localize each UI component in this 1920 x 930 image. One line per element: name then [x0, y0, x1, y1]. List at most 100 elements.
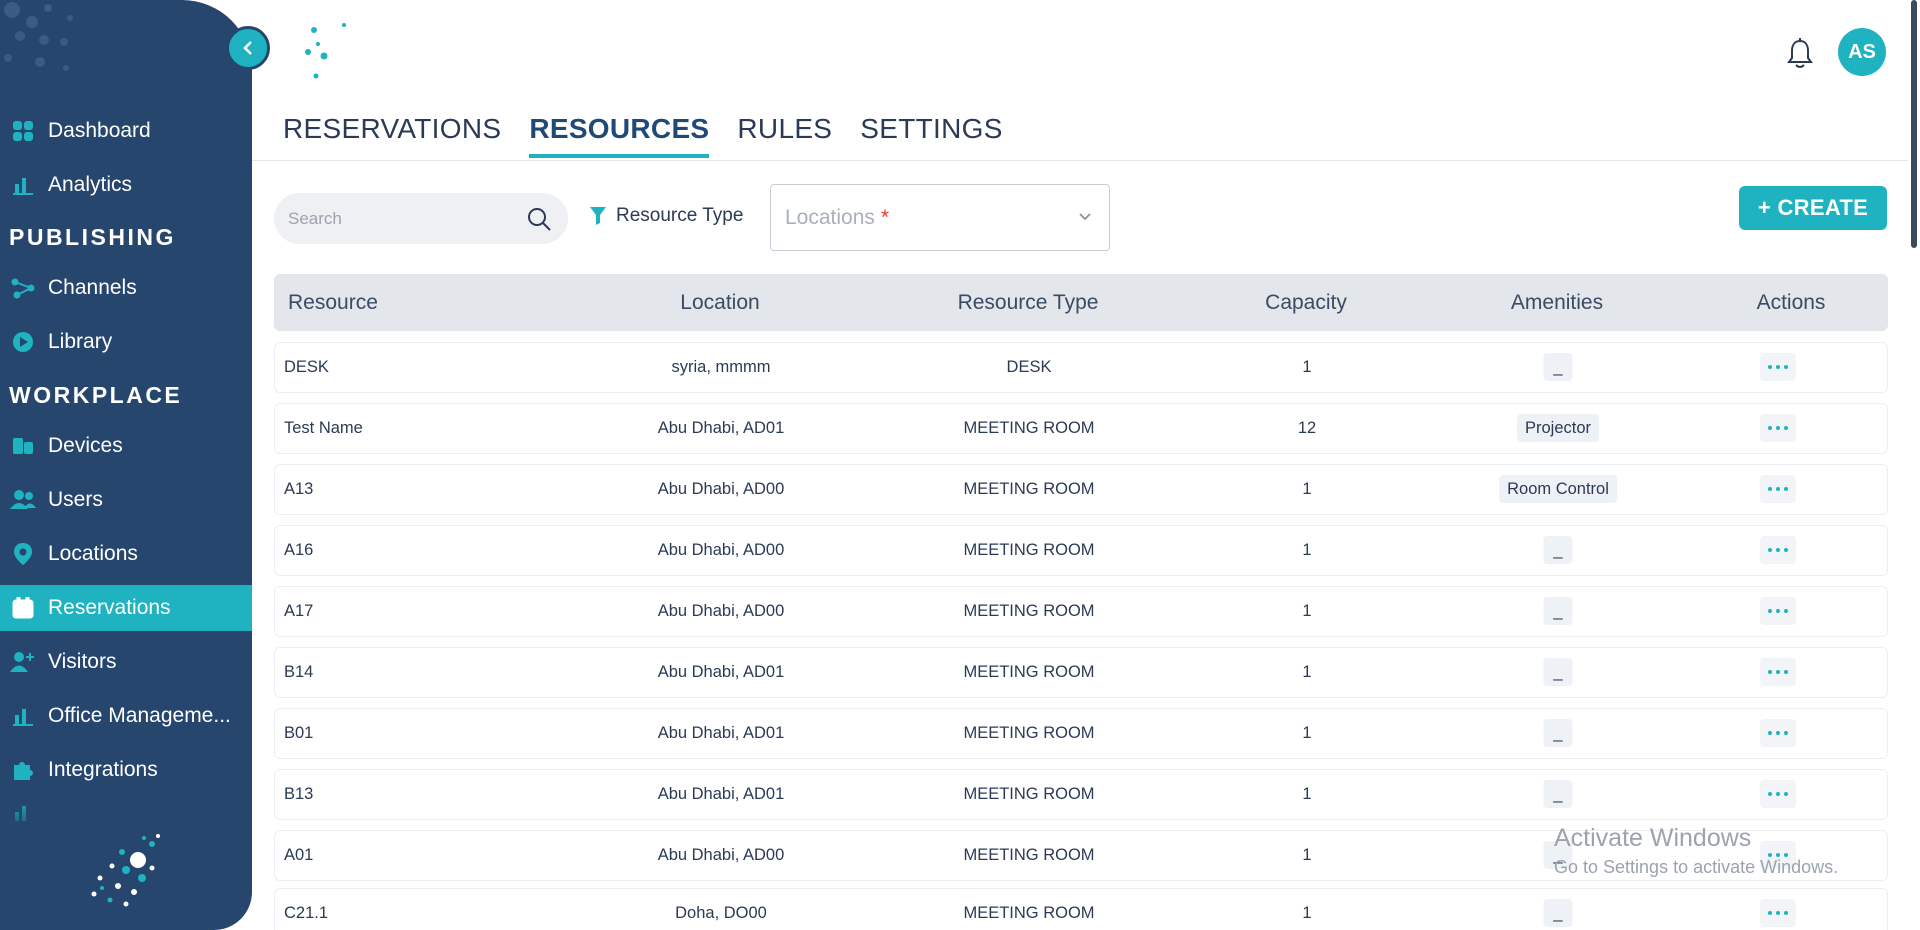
sidebar-item-label: Users — [48, 488, 103, 511]
amenity-chip: _ — [1543, 899, 1573, 927]
cell-amenities: _ — [1543, 709, 1573, 758]
sidebar-item-label: Analytics — [48, 173, 133, 196]
row-actions-button[interactable] — [1760, 597, 1796, 625]
cell-resource-type: MEETING ROOM — [963, 480, 1095, 498]
cell-resource: A16 — [284, 541, 314, 559]
sidebar-item-integrations[interactable]: Integrations — [0, 747, 252, 793]
cell-amenities: _ — [1543, 648, 1573, 697]
cell-resource: DESK — [284, 358, 329, 376]
table-row[interactable]: A17 Abu Dhabi, AD00 MEETING ROOM 1 _ — [274, 586, 1888, 637]
search-input[interactable] — [288, 208, 508, 229]
sidebar-item-devices[interactable]: Devices — [0, 423, 252, 469]
cell-amenities: _ — [1543, 343, 1573, 392]
cell-resource: A13 — [284, 480, 314, 498]
cell-location: syria, mmmm — [671, 358, 771, 376]
amenity-chip: _ — [1543, 597, 1573, 625]
sidebar-item-locations[interactable]: Locations — [0, 531, 252, 577]
page-scrollbar-thumb[interactable] — [1911, 0, 1917, 248]
cell-resource-type: MEETING ROOM — [963, 724, 1095, 742]
cell-resource: A01 — [284, 846, 314, 864]
table-row[interactable]: A13 Abu Dhabi, AD00 MEETING ROOM 1 Room … — [274, 464, 1888, 515]
amenity-chip: _ — [1543, 780, 1573, 808]
cell-resource: B01 — [284, 724, 314, 742]
required-marker: * — [880, 205, 890, 229]
cell-resource-type: MEETING ROOM — [963, 602, 1095, 620]
tab-reservations[interactable]: RESERVATIONS — [283, 112, 501, 158]
cell-location: Abu Dhabi, AD01 — [657, 663, 785, 681]
table-row[interactable]: B13 Abu Dhabi, AD01 MEETING ROOM 1 _ — [274, 769, 1888, 820]
cell-resource-type: MEETING ROOM — [963, 419, 1095, 437]
search-icon[interactable] — [526, 206, 552, 232]
sidebar-item-label: Visitors — [48, 650, 117, 673]
sidebar-item-visitors[interactable]: Visitors — [0, 639, 252, 685]
table-header: Resource Location Resource Type Capacity… — [274, 274, 1888, 331]
cell-resource: A17 — [284, 602, 314, 620]
cell-resource: B13 — [284, 785, 314, 803]
tab-settings[interactable]: SETTINGS — [860, 112, 1002, 158]
row-actions-button[interactable] — [1760, 536, 1796, 564]
cell-resource-type: MEETING ROOM — [963, 663, 1095, 681]
cell-capacity: 1 — [1302, 663, 1312, 681]
devices-icon — [10, 433, 36, 459]
row-actions-button[interactable] — [1760, 475, 1796, 503]
sidebar-collapse-button[interactable] — [226, 26, 270, 70]
row-actions-button[interactable] — [1760, 780, 1796, 808]
sidebar-item-label: Dashboard — [48, 119, 151, 142]
locations-select[interactable]: Locations * — [770, 184, 1110, 251]
column-header-resource[interactable]: Resource — [288, 274, 378, 331]
cell-resource: C21.1 — [284, 904, 329, 922]
table-row[interactable]: A16 Abu Dhabi, AD00 MEETING ROOM 1 _ — [274, 525, 1888, 576]
tab-resources[interactable]: RESOURCES — [529, 112, 710, 158]
sidebar-item-reservations[interactable]: Reservations — [0, 585, 252, 631]
column-header-resource-type[interactable]: Resource Type — [958, 274, 1099, 331]
notifications-bell-icon[interactable] — [1786, 38, 1814, 70]
sidebar-item-label: Reservations — [48, 596, 171, 619]
amenity-chip: _ — [1543, 719, 1573, 747]
sidebar-item-dashboard[interactable]: Dashboard — [0, 108, 252, 154]
table-row[interactable]: Test Name Abu Dhabi, AD01 MEETING ROOM 1… — [274, 403, 1888, 454]
cell-location: Abu Dhabi, AD00 — [657, 480, 785, 498]
row-actions-button[interactable] — [1760, 899, 1796, 927]
sidebar-item-analytics[interactable]: Analytics — [0, 162, 252, 208]
tab-bar: RESERVATIONS RESOURCES RULES SETTINGS — [283, 112, 1031, 160]
sidebar-item-office-management[interactable]: Office Manageme... — [0, 693, 252, 739]
watermark-subtitle: Go to Settings to activate Windows. — [1554, 857, 1839, 877]
cell-amenities: _ — [1543, 889, 1573, 930]
sidebar-item-label: Library — [48, 330, 113, 353]
user-avatar[interactable]: AS — [1838, 28, 1886, 76]
row-actions-button[interactable] — [1760, 658, 1796, 686]
cell-capacity: 1 — [1302, 541, 1312, 559]
amenity-chip: _ — [1543, 536, 1573, 564]
sidebar-item-label: Channels — [48, 276, 137, 299]
cell-location: Abu Dhabi, AD01 — [657, 785, 785, 803]
app-root: Dashboard Analytics PUBLISHING Channels … — [0, 0, 1920, 930]
create-button[interactable]: + CREATE — [1739, 186, 1887, 230]
user-plus-icon — [10, 649, 36, 675]
cell-amenities: _ — [1543, 587, 1573, 636]
sidebar-item-channels[interactable]: Channels — [0, 265, 252, 311]
table-row[interactable]: B14 Abu Dhabi, AD01 MEETING ROOM 1 _ — [274, 647, 1888, 698]
users-icon — [10, 487, 36, 513]
column-header-capacity[interactable]: Capacity — [1265, 274, 1347, 331]
row-actions-button[interactable] — [1760, 414, 1796, 442]
sidebar-item-label: Integrations — [48, 758, 158, 781]
row-actions-button[interactable] — [1760, 719, 1796, 747]
sidebar: Dashboard Analytics PUBLISHING Channels … — [0, 0, 252, 930]
sidebar-item-users[interactable]: Users — [0, 477, 252, 523]
column-header-amenities[interactable]: Amenities — [1511, 274, 1603, 331]
table-row[interactable]: B01 Abu Dhabi, AD01 MEETING ROOM 1 _ — [274, 708, 1888, 759]
cell-resource-type: DESK — [1006, 358, 1052, 376]
column-header-location[interactable]: Location — [680, 274, 759, 331]
table-row[interactable]: DESK syria, mmmm DESK 1 _ — [274, 342, 1888, 393]
tab-rules[interactable]: RULES — [737, 112, 832, 158]
chevron-left-icon — [243, 41, 252, 55]
table-row[interactable]: C21.1 Doha, DO00 MEETING ROOM 1 _ — [274, 888, 1888, 930]
cell-resource-type: MEETING ROOM — [963, 541, 1095, 559]
row-actions-button[interactable] — [1760, 353, 1796, 381]
section-heading-workplace: WORKPLACE — [9, 382, 183, 408]
resource-type-filter[interactable]: Resource Type — [590, 205, 743, 227]
sidebar-item-library[interactable]: Library — [0, 319, 252, 365]
cell-location: Doha, DO00 — [675, 904, 767, 922]
windows-activation-watermark: Activate Windows Go to Settings to activ… — [1554, 824, 1838, 878]
cell-amenities: _ — [1543, 770, 1573, 819]
